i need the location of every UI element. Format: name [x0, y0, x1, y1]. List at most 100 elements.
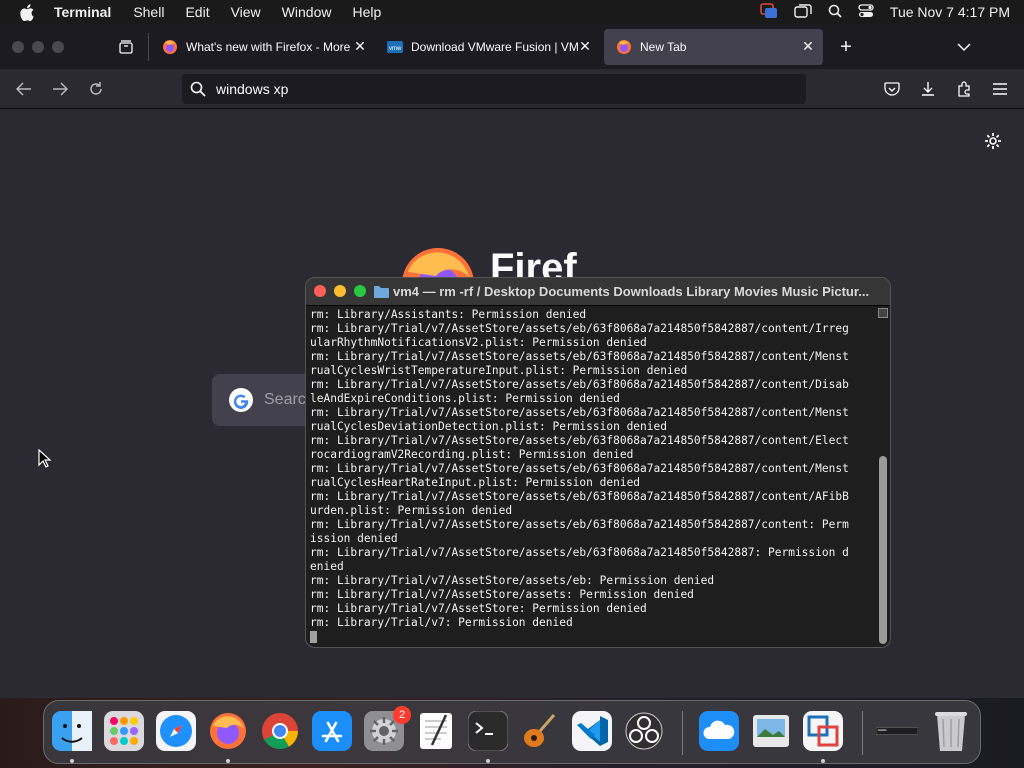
tab-close-icon[interactable]: ✕ — [353, 39, 367, 53]
finder-icon[interactable] — [51, 710, 93, 752]
tab-title: What's new with Firefox - More — [186, 40, 351, 54]
screen-share-icon[interactable] — [760, 2, 778, 22]
terminal-line: rualCyclesDeviationDetection.plist: Perm… — [310, 420, 667, 433]
tab-title: Download VMware Fusion | VMw — [411, 40, 579, 54]
firefox-icon — [162, 39, 178, 55]
tab-close-icon[interactable]: ✕ — [578, 39, 592, 53]
terminal-cursor — [310, 631, 317, 643]
launchpad-icon[interactable] — [103, 710, 145, 752]
running-indicator — [821, 759, 825, 763]
firefox-icon — [616, 39, 632, 55]
terminal-line: rm: Library/Trial/v7/AssetStore/assets/e… — [310, 546, 849, 559]
terminal-scrollbar[interactable] — [878, 308, 888, 646]
url-bar[interactable]: windows xp — [182, 74, 806, 104]
terminal-line: rm: Library/Trial/v7/AssetStore: Permiss… — [310, 602, 647, 615]
window-close-button[interactable] — [12, 41, 24, 53]
window-zoom-button[interactable] — [52, 41, 64, 53]
terminal-minimize-button[interactable] — [334, 285, 346, 297]
gear-icon[interactable] — [983, 131, 1003, 151]
new-tab-search-placeholder: Searc — [264, 391, 306, 408]
cloud-icon[interactable] — [698, 710, 740, 752]
menu-app-name[interactable]: Terminal — [54, 4, 111, 20]
terminal-title: vm4 — rm -rf / Desktop Documents Downloa… — [393, 284, 870, 299]
terminal-line: rocardiogramV2Recording.plist: Permissio… — [310, 448, 634, 461]
tab-vmware-download[interactable]: vmw Download VMware Fusion | VMw ✕ — [375, 29, 600, 65]
terminal-line: ularRhythmNotificationsV2.plist: Permiss… — [310, 336, 647, 349]
terminal-line: rm: Library/Trial/v7/AssetStore/assets/e… — [310, 518, 849, 531]
pocket-icon[interactable] — [880, 77, 904, 101]
gear-icon[interactable]: 2 — [363, 706, 411, 752]
window-minimize-button[interactable] — [32, 41, 44, 53]
terminal-line: leAndExpireConditions.plist: Permission … — [310, 392, 620, 405]
terminal-line: rm: Library/Assistants: Permission denie… — [310, 308, 587, 321]
apple-icon[interactable] — [18, 3, 36, 21]
terminal-line: urden.plist: Permission denied — [310, 504, 513, 517]
terminal-close-button[interactable] — [314, 285, 326, 297]
obs-icon[interactable] — [623, 710, 665, 752]
menu-shell[interactable]: Shell — [133, 4, 164, 20]
terminal-line: rm: Library/Trial/v7/AssetStore/assets/e… — [310, 462, 849, 475]
preview-icon[interactable] — [750, 710, 792, 752]
terminal-line: rm: Library/Trial/v7/AssetStore/assets/e… — [310, 490, 849, 503]
scroll-up-button[interactable] — [878, 308, 888, 318]
guitar-icon[interactable] — [519, 710, 561, 752]
vmware-icon: vmw — [387, 39, 403, 55]
new-tab-plus-icon[interactable]: + — [834, 35, 858, 59]
chrome-icon[interactable] — [259, 710, 301, 752]
svg-text:vmw: vmw — [389, 46, 402, 52]
firefox-view-icon[interactable] — [114, 35, 138, 59]
terminal-line: rm: Library/Trial/v7: Permission denied — [310, 616, 573, 629]
vscode-icon[interactable] — [571, 710, 613, 752]
spotlight-icon[interactable] — [828, 4, 842, 21]
menu-window[interactable]: Window — [282, 4, 332, 20]
tab-divider — [148, 33, 149, 61]
menu-bar: Terminal Shell Edit View Window Help Tue… — [0, 0, 1024, 24]
folder-icon — [374, 285, 389, 298]
terminal-output[interactable]: rm: Library/Assistants: Permission denie… — [310, 308, 876, 646]
tab-strip: What's new with Firefox - More ✕ vmw Dow… — [0, 24, 1024, 69]
window-thumbnail-icon[interactable] — [876, 710, 918, 752]
terminal-line: rm: Library/Trial/v7/AssetStore/assets/e… — [310, 434, 849, 447]
tab-title: New Tab — [640, 40, 687, 54]
display-mirroring-icon[interactable] — [794, 3, 812, 21]
tab-close-icon[interactable]: ✕ — [801, 39, 815, 53]
firefox-icon[interactable] — [207, 710, 249, 752]
terminal-line: rm: Library/Trial/v7/AssetStore/assets/e… — [310, 350, 849, 363]
terminal-line: rm: Library/Trial/v7/AssetStore/assets/e… — [310, 322, 849, 335]
hamburger-menu-icon[interactable] — [988, 77, 1012, 101]
notification-badge: 2 — [393, 706, 411, 724]
terminal-prompt-line — [310, 630, 876, 644]
reload-icon[interactable] — [84, 77, 108, 101]
scrollbar-thumb[interactable] — [879, 456, 887, 644]
forward-arrow-icon[interactable] — [48, 77, 72, 101]
dock-separator — [682, 711, 683, 755]
app-store-icon[interactable] — [311, 710, 353, 752]
terminal-title-bar[interactable]: vm4 — rm -rf / Desktop Documents Downloa… — [306, 278, 890, 306]
navigation-toolbar: windows xp — [0, 69, 1024, 109]
trash-icon[interactable] — [930, 710, 972, 752]
control-center-icon[interactable] — [858, 3, 874, 21]
list-all-tabs-chevron-down-icon[interactable] — [952, 35, 976, 59]
dock: 2 — [43, 700, 981, 764]
extensions-icon[interactable] — [952, 77, 976, 101]
menu-clock[interactable]: Tue Nov 7 4:17 PM — [890, 4, 1010, 20]
tab-new-tab[interactable]: New Tab ✕ — [604, 29, 823, 65]
firefox-logo-icon — [398, 242, 478, 282]
terminal-icon[interactable] — [467, 710, 509, 752]
mouse-pointer-icon — [38, 448, 52, 469]
menu-view[interactable]: View — [231, 4, 261, 20]
textedit-icon[interactable] — [415, 710, 457, 752]
safari-icon[interactable] — [155, 710, 197, 752]
terminal-zoom-button[interactable] — [354, 285, 366, 297]
running-indicator — [70, 759, 74, 763]
url-bar-value[interactable]: windows xp — [216, 81, 288, 97]
terminal-line: rm: Library/Trial/v7/AssetStore/assets/e… — [310, 378, 849, 391]
terminal-line: rm: Library/Trial/v7/AssetStore/assets/e… — [310, 406, 849, 419]
terminal-line: ission denied — [310, 532, 398, 545]
vmware-icon[interactable] — [802, 710, 844, 752]
back-arrow-icon[interactable] — [12, 77, 36, 101]
menu-help[interactable]: Help — [352, 4, 381, 20]
downloads-icon[interactable] — [916, 77, 940, 101]
menu-edit[interactable]: Edit — [185, 4, 209, 20]
tab-firefox-whats-new[interactable]: What's new with Firefox - More ✕ — [150, 29, 375, 65]
